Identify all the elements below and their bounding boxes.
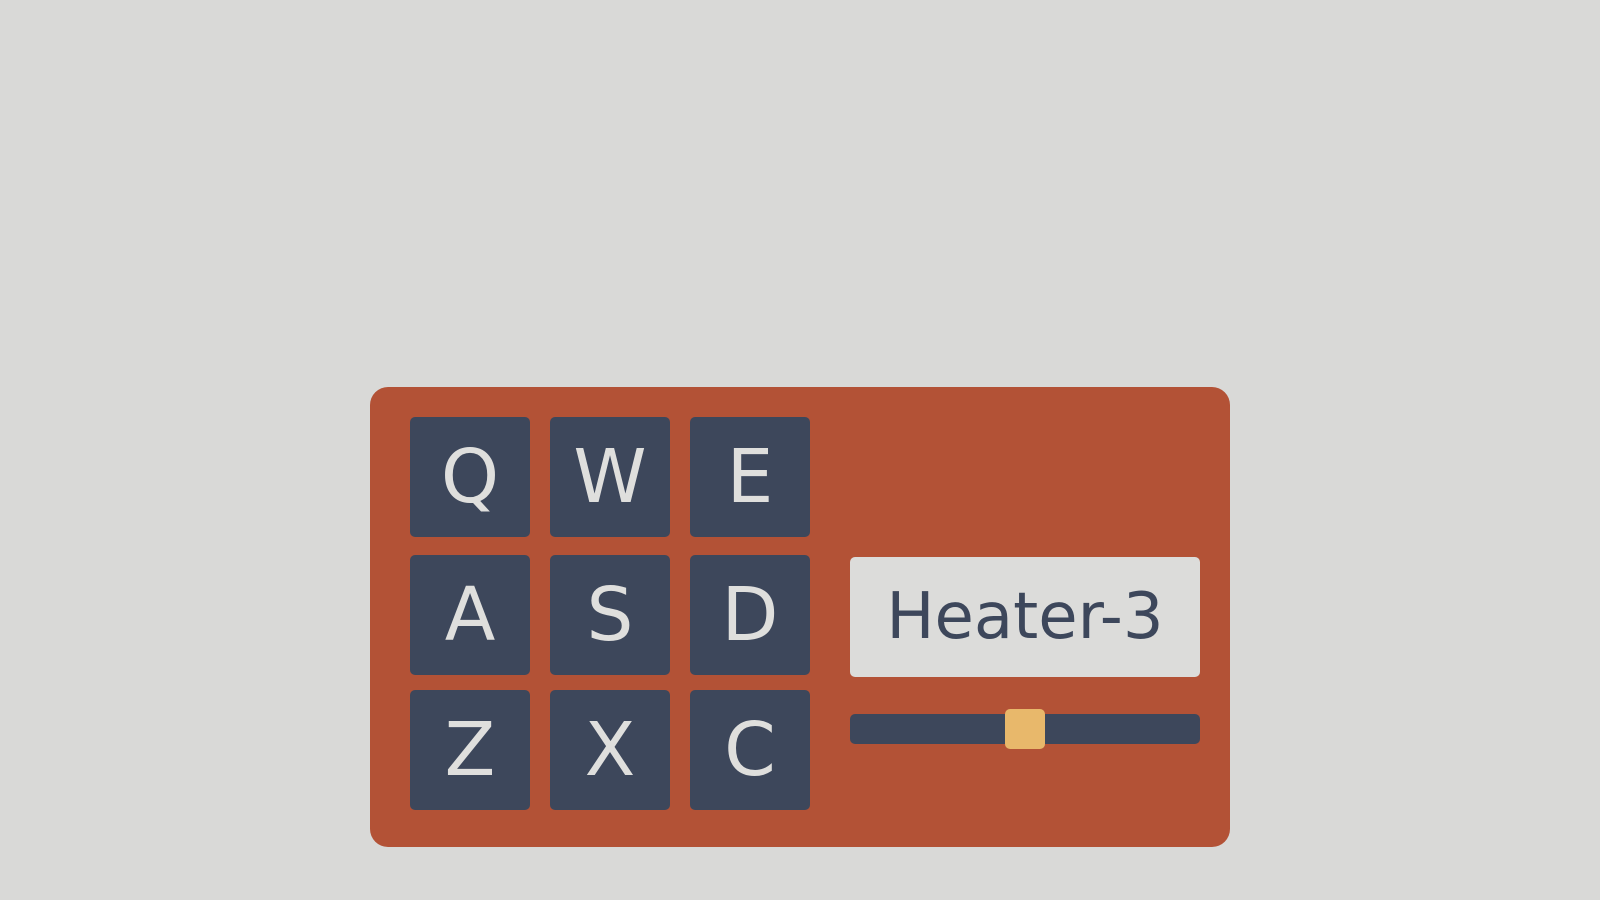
key-s[interactable]: S <box>550 555 670 675</box>
key-c[interactable]: C <box>690 690 810 810</box>
device-display: Heater-3 <box>850 557 1200 677</box>
slider-thumb[interactable] <box>1005 709 1045 749</box>
control-panel: Q W E A S D Z X C Heater-3 <box>370 387 1230 847</box>
key-x[interactable]: X <box>550 690 670 810</box>
key-d[interactable]: D <box>690 555 810 675</box>
key-e[interactable]: E <box>690 417 810 537</box>
key-q[interactable]: Q <box>410 417 530 537</box>
key-z[interactable]: Z <box>410 690 530 810</box>
key-a[interactable]: A <box>410 555 530 675</box>
key-w[interactable]: W <box>550 417 670 537</box>
level-slider[interactable] <box>850 709 1200 749</box>
